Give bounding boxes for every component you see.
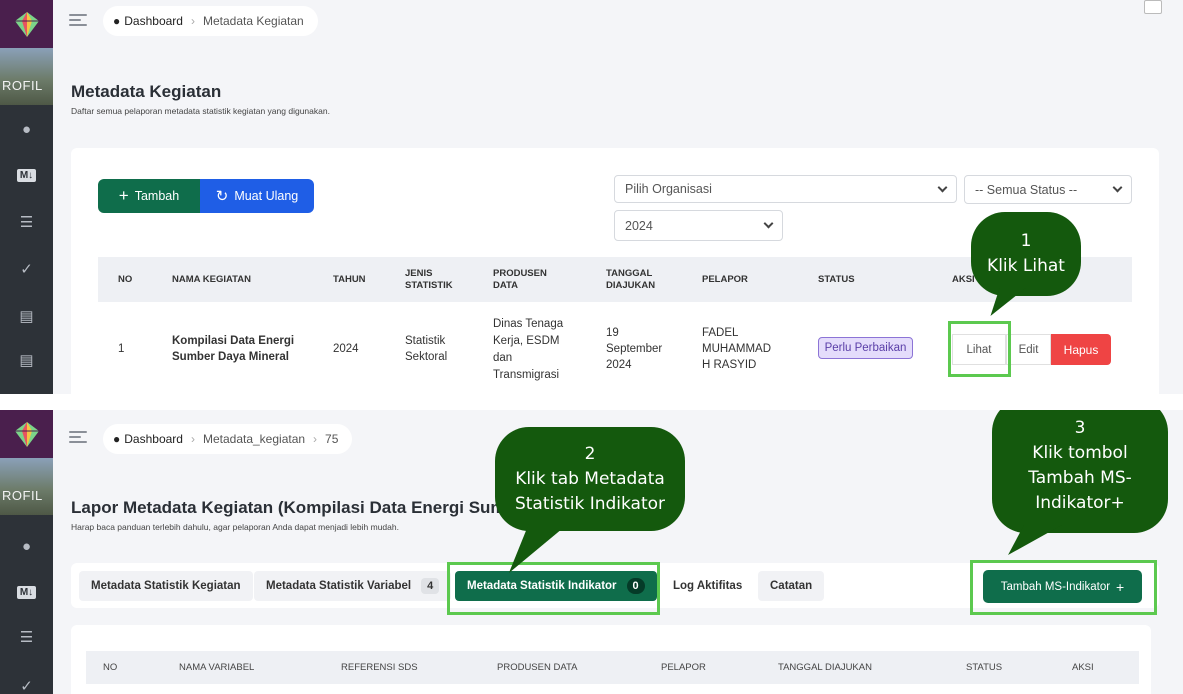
year-select[interactable]: 2024 bbox=[614, 210, 783, 241]
highlight-add-indicator bbox=[970, 560, 1157, 615]
check-circle-icon[interactable]: ✓ bbox=[0, 674, 53, 694]
chevron-down-icon bbox=[937, 182, 948, 192]
breadcrumb: ● Dashboard › Metadata_kegiatan › 75 bbox=[103, 424, 353, 454]
profile-photo[interactable]: ROFIL bbox=[0, 458, 53, 515]
logo-icon bbox=[14, 422, 39, 447]
chevron-right-icon: › bbox=[313, 432, 318, 446]
home-icon: ● bbox=[113, 432, 121, 446]
cell-jenis: Statistik Sektoral bbox=[405, 335, 448, 363]
chevron-right-icon: › bbox=[190, 432, 195, 446]
col-header-produsen: PRODUSEN DATA bbox=[493, 268, 547, 291]
col-header-tanggal: TANGGAL DIAJUKAN bbox=[606, 268, 656, 291]
home-icon[interactable]: ● bbox=[0, 117, 53, 141]
page-subtitle: Harap baca panduan terlebih dahulu, agar… bbox=[71, 522, 399, 532]
col-header-jenis: JENIS STATISTIK bbox=[405, 268, 453, 291]
col-header-no: NO bbox=[118, 274, 133, 285]
document-icon[interactable]: ▤ bbox=[0, 304, 53, 328]
col-header-nama: NAMA KEGIATAN bbox=[172, 274, 251, 285]
col-header-nama-variabel: NAMA VARIABEL bbox=[179, 662, 255, 673]
col-header-pelapor: PELAPOR bbox=[661, 662, 706, 673]
cell-tahun: 2024 bbox=[333, 343, 359, 355]
status-select[interactable]: -- Semua Status -- bbox=[964, 175, 1132, 204]
organization-select[interactable]: Pilih Organisasi bbox=[614, 175, 957, 203]
document-icon[interactable]: ▤ bbox=[0, 348, 53, 372]
screenshot-panel-report: ROFIL ● M↓ ☰ ✓ ● Dashboard › Metadata_keg… bbox=[0, 410, 1183, 694]
reload-button[interactable]: ↻ Muat Ulang bbox=[200, 179, 314, 213]
screenshot-panel-list: ROFIL ● M↓ ☰ ✓ ▤ ▤ ● Dashboard › Metadata… bbox=[0, 0, 1183, 394]
cell-produsen: Dinas Tenaga Kerja, ESDM dan Transmigrasi bbox=[493, 318, 564, 381]
add-button[interactable]: + Tambah bbox=[98, 179, 200, 213]
edit-button[interactable]: Edit bbox=[1006, 334, 1051, 365]
profile-photo-text: ROFIL bbox=[2, 78, 43, 93]
col-header-tahun: TAHUN bbox=[333, 274, 366, 285]
col-header-referensi: REFERENSI SDS bbox=[341, 662, 418, 673]
sidebar: ROFIL ● M↓ ☰ ✓ bbox=[0, 410, 53, 694]
list-icon[interactable]: ☰ bbox=[0, 625, 53, 649]
plus-icon: + bbox=[118, 186, 129, 205]
page-title: Metadata Kegiatan bbox=[71, 82, 222, 101]
refresh-icon: ↻ bbox=[215, 188, 229, 205]
tab-metadata-kegiatan[interactable]: Metadata Statistik Kegiatan bbox=[79, 571, 253, 601]
page-title: Lapor Metadata Kegiatan (Kompilasi Data … bbox=[71, 498, 501, 517]
cell-pelapor: FADEL MUHAMMAD H RASYID bbox=[702, 327, 771, 371]
logo-icon bbox=[14, 12, 39, 37]
count-badge: 4 bbox=[421, 578, 440, 594]
page-subtitle: Daftar semua pelaporan metadata statisti… bbox=[71, 106, 330, 116]
col-header-status: STATUS bbox=[818, 274, 855, 285]
highlight-view-button bbox=[948, 321, 1011, 377]
panel-separator bbox=[0, 394, 1183, 410]
markdown-icon[interactable]: M↓ bbox=[0, 580, 53, 604]
profile-photo[interactable]: ROFIL bbox=[0, 48, 53, 105]
col-header-aksi: AKSI bbox=[1072, 662, 1094, 673]
app-logo[interactable] bbox=[0, 410, 53, 458]
chevron-right-icon: › bbox=[190, 14, 195, 28]
cell-no: 1 bbox=[118, 343, 125, 355]
profile-photo-text: ROFIL bbox=[2, 488, 43, 503]
menu-toggle-icon[interactable] bbox=[69, 431, 87, 443]
chevron-down-icon bbox=[763, 218, 774, 229]
breadcrumb: ● Dashboard › Metadata Kegiatan bbox=[103, 6, 318, 36]
highlight-indikator-tab bbox=[447, 562, 660, 615]
check-circle-icon[interactable]: ✓ bbox=[0, 257, 53, 281]
cell-nama-kegiatan: Kompilasi Data Energi Sumber Daya Mineral bbox=[172, 335, 295, 363]
app-logo[interactable] bbox=[0, 0, 53, 48]
status-badge: Perlu Perbaikan bbox=[818, 337, 913, 359]
breadcrumb-home[interactable]: ● Dashboard bbox=[113, 432, 183, 446]
callout-step-2: 2 Klik tab Metadata Statistik Indikator bbox=[495, 427, 685, 573]
home-icon[interactable]: ● bbox=[0, 534, 53, 558]
menu-toggle-icon[interactable] bbox=[69, 14, 87, 26]
chevron-down-icon bbox=[1112, 182, 1123, 193]
home-icon: ● bbox=[113, 14, 121, 28]
breadcrumb-middle[interactable]: Metadata_kegiatan bbox=[203, 432, 305, 446]
broken-image-icon bbox=[1144, 0, 1162, 14]
sidebar: ROFIL ● M↓ ☰ ✓ ▤ ▤ bbox=[0, 0, 53, 394]
col-header-no: NO bbox=[103, 662, 118, 673]
breadcrumb-home[interactable]: ● Dashboard bbox=[113, 14, 183, 28]
markdown-icon[interactable]: M↓ bbox=[0, 163, 53, 187]
callout-step-3: 3 Klik tombol Tambah MS- Indikator+ bbox=[992, 410, 1168, 555]
col-header-pelapor: PELAPOR bbox=[702, 274, 748, 285]
tab-catatan[interactable]: Catatan bbox=[758, 571, 825, 601]
delete-button[interactable]: Hapus bbox=[1051, 334, 1111, 365]
breadcrumb-current: 75 bbox=[325, 432, 339, 446]
breadcrumb-current: Metadata Kegiatan bbox=[202, 14, 304, 28]
callout-step-1: 1 Klik Lihat bbox=[971, 212, 1081, 316]
col-header-status: STATUS bbox=[966, 662, 1003, 673]
cell-tanggal: 19 September 2024 bbox=[606, 327, 663, 371]
col-header-produsen: PRODUSEN DATA bbox=[497, 662, 578, 673]
tab-metadata-variabel[interactable]: Metadata Statistik Variabel 4 bbox=[254, 571, 452, 601]
col-header-tanggal: TANGGAL DIAJUKAN bbox=[778, 662, 872, 673]
list-icon[interactable]: ☰ bbox=[0, 210, 53, 234]
tab-log-aktifitas[interactable]: Log Aktifitas bbox=[661, 571, 755, 601]
